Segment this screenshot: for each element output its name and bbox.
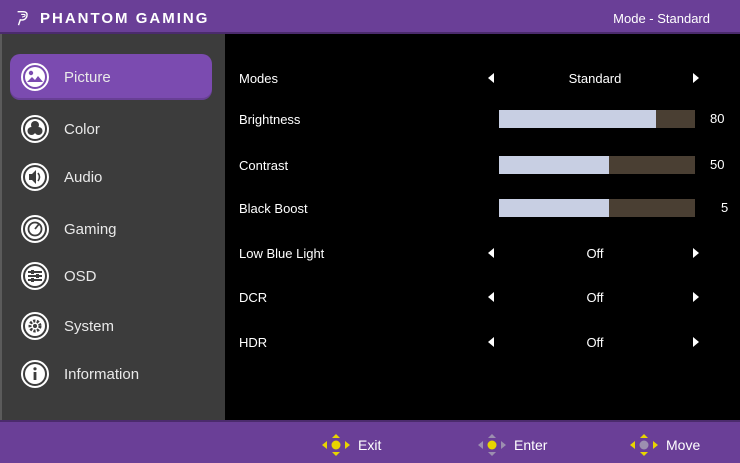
sidebar-item-label: Color: [64, 120, 100, 138]
monitor-osd: PHANTOM GAMING Mode - Standard Picture C…: [0, 0, 740, 463]
sidebar-item-label: Picture: [64, 68, 111, 86]
footer-bar: Exit Enter Move: [0, 420, 740, 463]
arrow-left-icon[interactable]: [488, 73, 494, 83]
joystick-exit-icon: [322, 434, 350, 456]
slider-fill: [499, 199, 609, 217]
sidebar-item-label: System: [64, 317, 115, 335]
mode-status: Mode - Standard: [613, 11, 710, 26]
exit-label: Exit: [358, 437, 382, 453]
setting-modes[interactable]: Modes Standard: [225, 65, 740, 91]
brand-name: PHANTOM GAMING: [40, 9, 210, 27]
setting-contrast[interactable]: Contrast 50: [225, 152, 740, 178]
sidebar-item-audio[interactable]: Audio: [10, 154, 212, 200]
sidebar: Picture Color Audio Gaming OSD System In…: [0, 34, 225, 420]
setting-label: Modes: [239, 71, 279, 86]
arrow-left-icon[interactable]: [488, 337, 494, 347]
arrow-left-icon[interactable]: [488, 248, 494, 258]
slider-value: 80: [710, 111, 725, 126]
arrow-left-icon[interactable]: [488, 292, 494, 302]
information-icon: [21, 360, 49, 388]
brightness-slider[interactable]: [499, 110, 695, 128]
setting-value: Off: [586, 246, 604, 261]
exit-hint: Exit: [320, 433, 381, 457]
setting-value: Off: [586, 290, 604, 305]
sidebar-item-label: Gaming: [64, 220, 117, 238]
move-label: Move: [666, 437, 701, 453]
slider-value: 5: [721, 200, 729, 215]
setting-label: HDR: [239, 335, 268, 350]
sidebar-item-label: Audio: [64, 168, 103, 186]
enter-hint: Enter: [476, 433, 547, 457]
move-hint: Move: [628, 433, 700, 457]
setting-label: Brightness: [239, 112, 301, 127]
setting-dcr[interactable]: DCR Off: [225, 284, 740, 310]
joystick-enter-icon: [478, 434, 506, 456]
setting-low-blue-light[interactable]: Low Blue Light Off: [225, 240, 740, 266]
osd-icon: [21, 262, 49, 290]
picture-icon: [21, 63, 49, 91]
setting-label: Contrast: [239, 158, 289, 173]
black-boost-slider[interactable]: [499, 199, 695, 217]
phantom-gaming-logo-icon: [17, 10, 28, 26]
slider-fill: [499, 110, 656, 128]
arrow-right-icon[interactable]: [693, 73, 699, 83]
settings-panel: Modes Standard Brightness 80 Contrast 50…: [225, 34, 740, 420]
setting-value: Standard: [568, 71, 622, 86]
sidebar-item-osd[interactable]: OSD: [10, 253, 212, 299]
sidebar-item-system[interactable]: System: [10, 303, 212, 349]
audio-icon: [21, 163, 49, 191]
setting-label: DCR: [239, 290, 268, 305]
arrow-right-icon[interactable]: [693, 337, 699, 347]
sidebar-item-label: Information: [64, 365, 140, 383]
slider-value: 50: [710, 157, 725, 172]
slider-fill: [499, 156, 609, 174]
joystick-move-icon: [630, 434, 658, 456]
color-icon: [21, 115, 49, 143]
sidebar-item-information[interactable]: Information: [10, 351, 212, 397]
gaming-icon: [21, 215, 49, 243]
setting-value: Off: [586, 335, 604, 350]
arrow-right-icon[interactable]: [693, 248, 699, 258]
arrow-right-icon[interactable]: [693, 292, 699, 302]
setting-brightness[interactable]: Brightness 80: [225, 106, 740, 132]
sidebar-item-label: OSD: [64, 267, 97, 285]
sidebar-item-picture[interactable]: Picture: [10, 54, 212, 100]
enter-label: Enter: [514, 437, 548, 453]
setting-label: Low Blue Light: [239, 246, 325, 261]
sidebar-item-gaming[interactable]: Gaming: [10, 206, 212, 252]
setting-black-boost[interactable]: Black Boost 5: [225, 195, 740, 221]
setting-hdr[interactable]: HDR Off: [225, 329, 740, 355]
sidebar-item-color[interactable]: Color: [10, 106, 212, 152]
brand-logo: PHANTOM GAMING: [14, 7, 209, 29]
system-gear-icon: [21, 312, 49, 340]
header-bar: PHANTOM GAMING Mode - Standard: [0, 0, 740, 34]
setting-label: Black Boost: [239, 201, 308, 216]
contrast-slider[interactable]: [499, 156, 695, 174]
